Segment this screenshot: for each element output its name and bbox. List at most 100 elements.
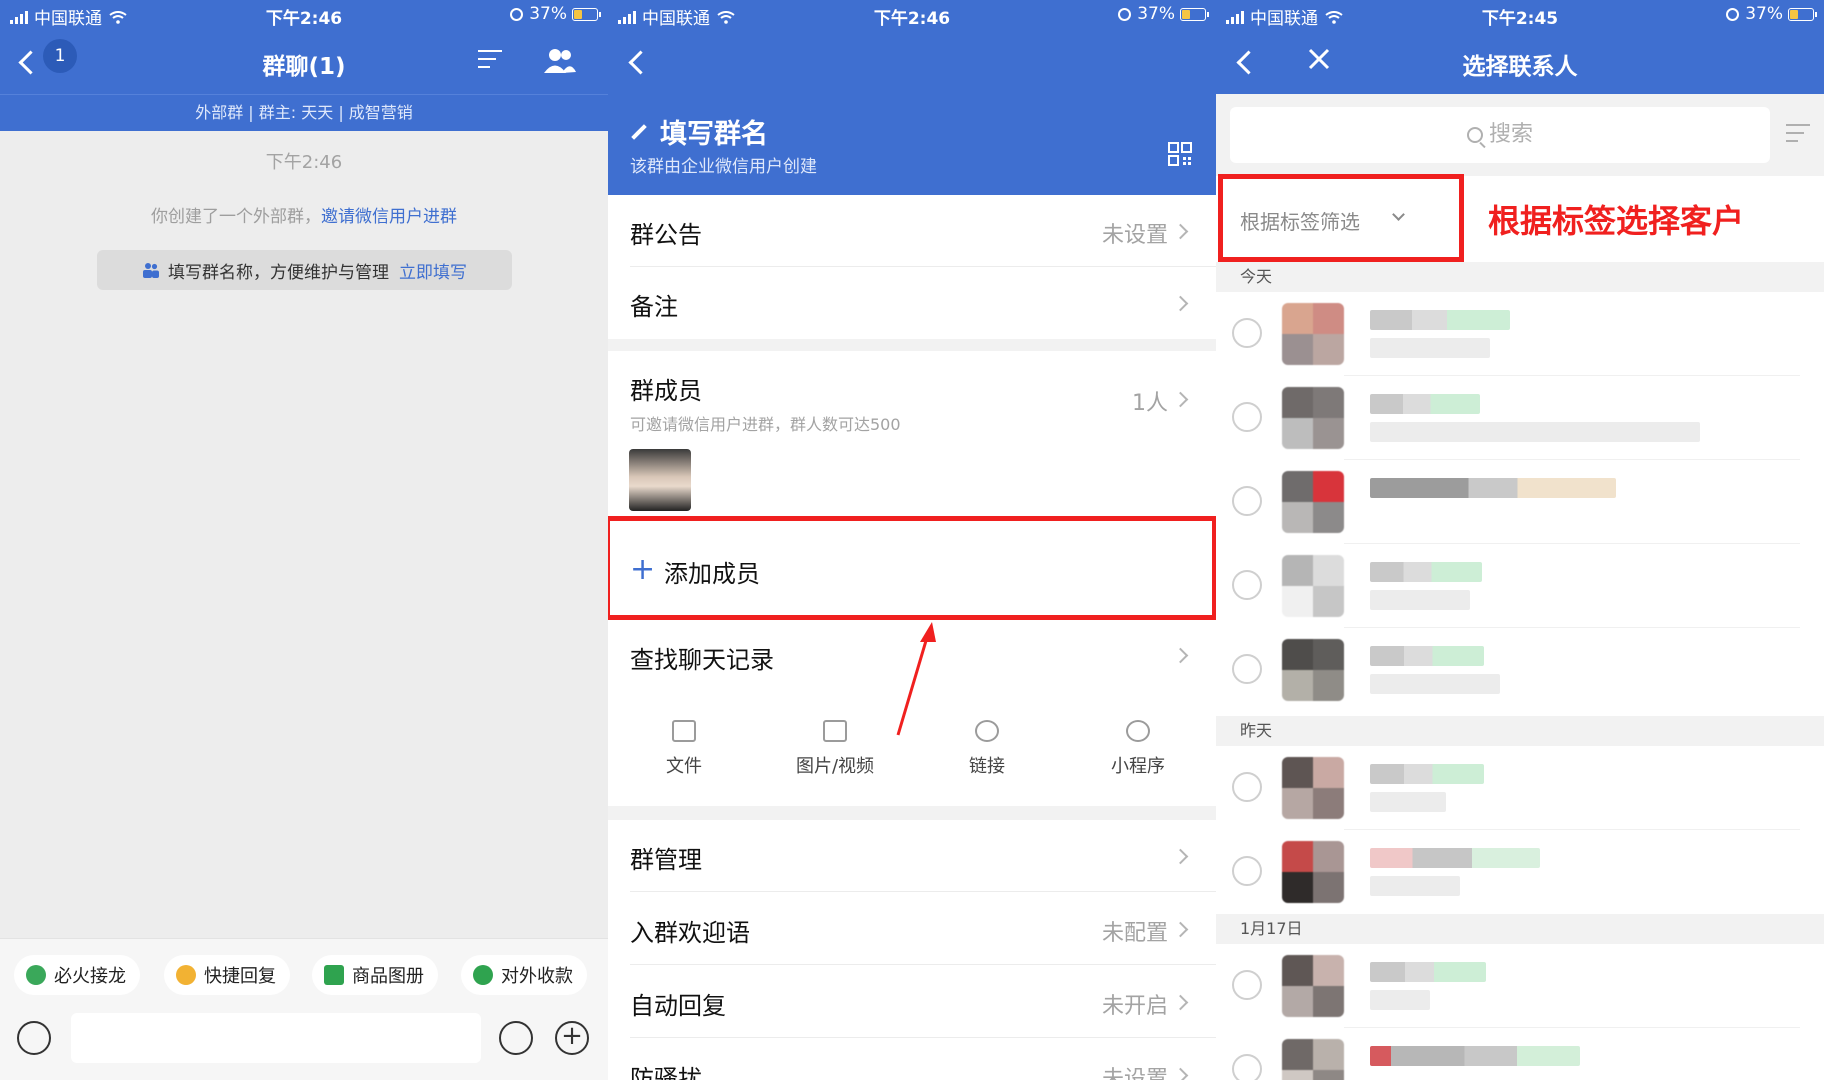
emoji-icon[interactable] bbox=[499, 1021, 533, 1055]
media-label: 小程序 bbox=[1111, 756, 1165, 777]
edit-pen-icon bbox=[631, 123, 647, 140]
select-radio[interactable] bbox=[1232, 570, 1262, 600]
battery-icon bbox=[572, 7, 601, 21]
row-announcement[interactable]: 群公告 未设置 bbox=[608, 195, 1216, 267]
media-images[interactable]: 图片/视频 bbox=[775, 720, 895, 778]
search-placeholder: 搜索 bbox=[1488, 122, 1533, 147]
sort-icon[interactable] bbox=[1786, 124, 1810, 146]
chip-solitaire[interactable]: 必火接龙 bbox=[14, 955, 140, 995]
blurred-name bbox=[1370, 394, 1480, 414]
blurred-text bbox=[1370, 792, 1446, 812]
members-count: 1人 bbox=[1132, 391, 1168, 416]
select-radio[interactable] bbox=[1232, 318, 1262, 348]
qr-code-icon[interactable] bbox=[1168, 142, 1192, 166]
group-settings-screen: 中国联通 下午2:46 37% 填写群名 该群由企业微信用户创建 群公告 未设置… bbox=[608, 0, 1216, 1080]
select-radio[interactable] bbox=[1232, 772, 1262, 802]
group-members-icon[interactable] bbox=[542, 46, 578, 74]
list-item[interactable] bbox=[1216, 292, 1824, 376]
status-bar: 中国联通 下午2:46 37% bbox=[608, 0, 1216, 30]
select-radio[interactable] bbox=[1232, 1054, 1262, 1080]
blurred-name bbox=[1370, 478, 1616, 498]
chevron-right-icon bbox=[1172, 223, 1189, 240]
chevron-right-icon bbox=[1172, 647, 1189, 664]
list-item[interactable] bbox=[1216, 628, 1824, 712]
status-bar: 中国联通 下午2:46 37% bbox=[0, 0, 608, 30]
blurred-name bbox=[1370, 646, 1484, 666]
header: 中国联通 下午2:46 37% 1 群聊(1) bbox=[0, 0, 608, 94]
list-item[interactable] bbox=[1216, 944, 1824, 1028]
annotation-text: 根据标签选择客户 bbox=[1488, 202, 1745, 240]
page-title: 选择联系人 bbox=[1462, 54, 1578, 80]
row-auto-reply[interactable]: 自动回复 未开启 bbox=[608, 966, 1216, 1038]
chevron-right-icon bbox=[1172, 848, 1189, 865]
group-chat-screen: 中国联通 下午2:46 37% 1 群聊(1) 外部群 | 群主: 天天 | 成… bbox=[0, 0, 608, 1080]
row-label: 入群欢迎语 bbox=[630, 919, 750, 947]
menu-list-icon[interactable] bbox=[478, 50, 502, 72]
list-item[interactable] bbox=[1216, 460, 1824, 544]
blurred-name bbox=[1370, 562, 1482, 582]
voice-icon[interactable] bbox=[17, 1021, 51, 1055]
row-group-manage[interactable]: 群管理 bbox=[608, 820, 1216, 892]
list-item[interactable] bbox=[1216, 544, 1824, 628]
blurred-text bbox=[1370, 590, 1470, 610]
chevron-right-icon bbox=[1172, 391, 1189, 408]
avatar bbox=[1282, 955, 1344, 1017]
system-message-text: 你创建了一个外部群， bbox=[151, 207, 321, 227]
avatar bbox=[1282, 471, 1344, 533]
row-welcome[interactable]: 入群欢迎语 未配置 bbox=[608, 893, 1216, 965]
list-item[interactable] bbox=[1216, 1028, 1824, 1080]
list-item[interactable] bbox=[1216, 746, 1824, 830]
select-radio[interactable] bbox=[1232, 856, 1262, 886]
row-label: 自动回复 bbox=[630, 992, 726, 1020]
list-item[interactable] bbox=[1216, 830, 1824, 914]
row-value: 未配置 bbox=[1101, 921, 1168, 946]
row-members[interactable]: 群成员 可邀请微信用户进群，群人数可达500 1人 bbox=[608, 351, 1216, 531]
member-avatar[interactable] bbox=[629, 449, 691, 511]
select-radio[interactable] bbox=[1232, 970, 1262, 1000]
group-name-header[interactable]: 填写群名 该群由企业微信用户创建 bbox=[608, 94, 1216, 195]
blurred-text bbox=[1370, 338, 1490, 358]
folder-icon bbox=[672, 720, 696, 742]
chip-label: 对外收款 bbox=[501, 966, 573, 987]
header: 中国联通 下午2:46 37% bbox=[608, 0, 1216, 94]
back-icon[interactable] bbox=[628, 50, 653, 75]
fill-now-link[interactable]: 立即填写 bbox=[399, 258, 467, 283]
blurred-text bbox=[1370, 674, 1500, 694]
blurred-text bbox=[1370, 876, 1460, 896]
people-icon bbox=[142, 262, 160, 278]
row-label: 防骚扰 bbox=[630, 1065, 702, 1080]
section-header: 1月17日 bbox=[1216, 914, 1824, 944]
group-creator-note: 该群由企业微信用户创建 bbox=[630, 157, 817, 177]
select-radio[interactable] bbox=[1232, 402, 1262, 432]
select-radio[interactable] bbox=[1232, 654, 1262, 684]
mini-program-icon bbox=[1126, 720, 1150, 742]
avatar bbox=[1282, 841, 1344, 903]
section-header: 昨天 bbox=[1216, 716, 1824, 746]
search-input[interactable]: 搜索 bbox=[1230, 107, 1770, 163]
chip-label: 商品图册 bbox=[352, 966, 424, 987]
plus-icon[interactable]: + bbox=[555, 1021, 589, 1055]
select-radio[interactable] bbox=[1232, 486, 1262, 516]
avatar bbox=[1282, 757, 1344, 819]
section-header: 今天 bbox=[1216, 262, 1824, 292]
highlight-box bbox=[1218, 174, 1464, 262]
chip-quick-reply[interactable]: 快捷回复 bbox=[164, 955, 290, 995]
nav-bar: 1 群聊(1) bbox=[0, 30, 608, 94]
invite-wechat-link[interactable]: 邀请微信用户进群 bbox=[321, 207, 457, 227]
media-miniprogram[interactable]: 小程序 bbox=[1078, 720, 1198, 778]
row-anti-spam[interactable]: 防骚扰 未设置 bbox=[608, 1039, 1216, 1080]
group-info-bar: 外部群 | 群主: 天天 | 成智营销 bbox=[0, 94, 608, 131]
chip-payment[interactable]: 对外收款 bbox=[461, 955, 587, 995]
chip-product-album[interactable]: 商品图册 bbox=[312, 955, 438, 995]
blurred-text bbox=[1370, 422, 1700, 442]
list-item[interactable] bbox=[1216, 376, 1824, 460]
avatar bbox=[1282, 387, 1344, 449]
arrow-annotation-icon bbox=[896, 622, 936, 736]
media-label: 链接 bbox=[969, 756, 1005, 777]
message-input[interactable] bbox=[71, 1013, 481, 1063]
status-bar: 中国联通 下午2:45 37% bbox=[1216, 0, 1824, 30]
media-files[interactable]: 文件 bbox=[624, 720, 744, 778]
row-label: 群公告 bbox=[630, 221, 702, 249]
row-remark[interactable]: 备注 bbox=[608, 267, 1216, 339]
select-contact-screen: 中国联通 下午2:45 37% 选择联系人 搜索 根据标签筛选 根据标签选择客户… bbox=[1216, 0, 1824, 1080]
